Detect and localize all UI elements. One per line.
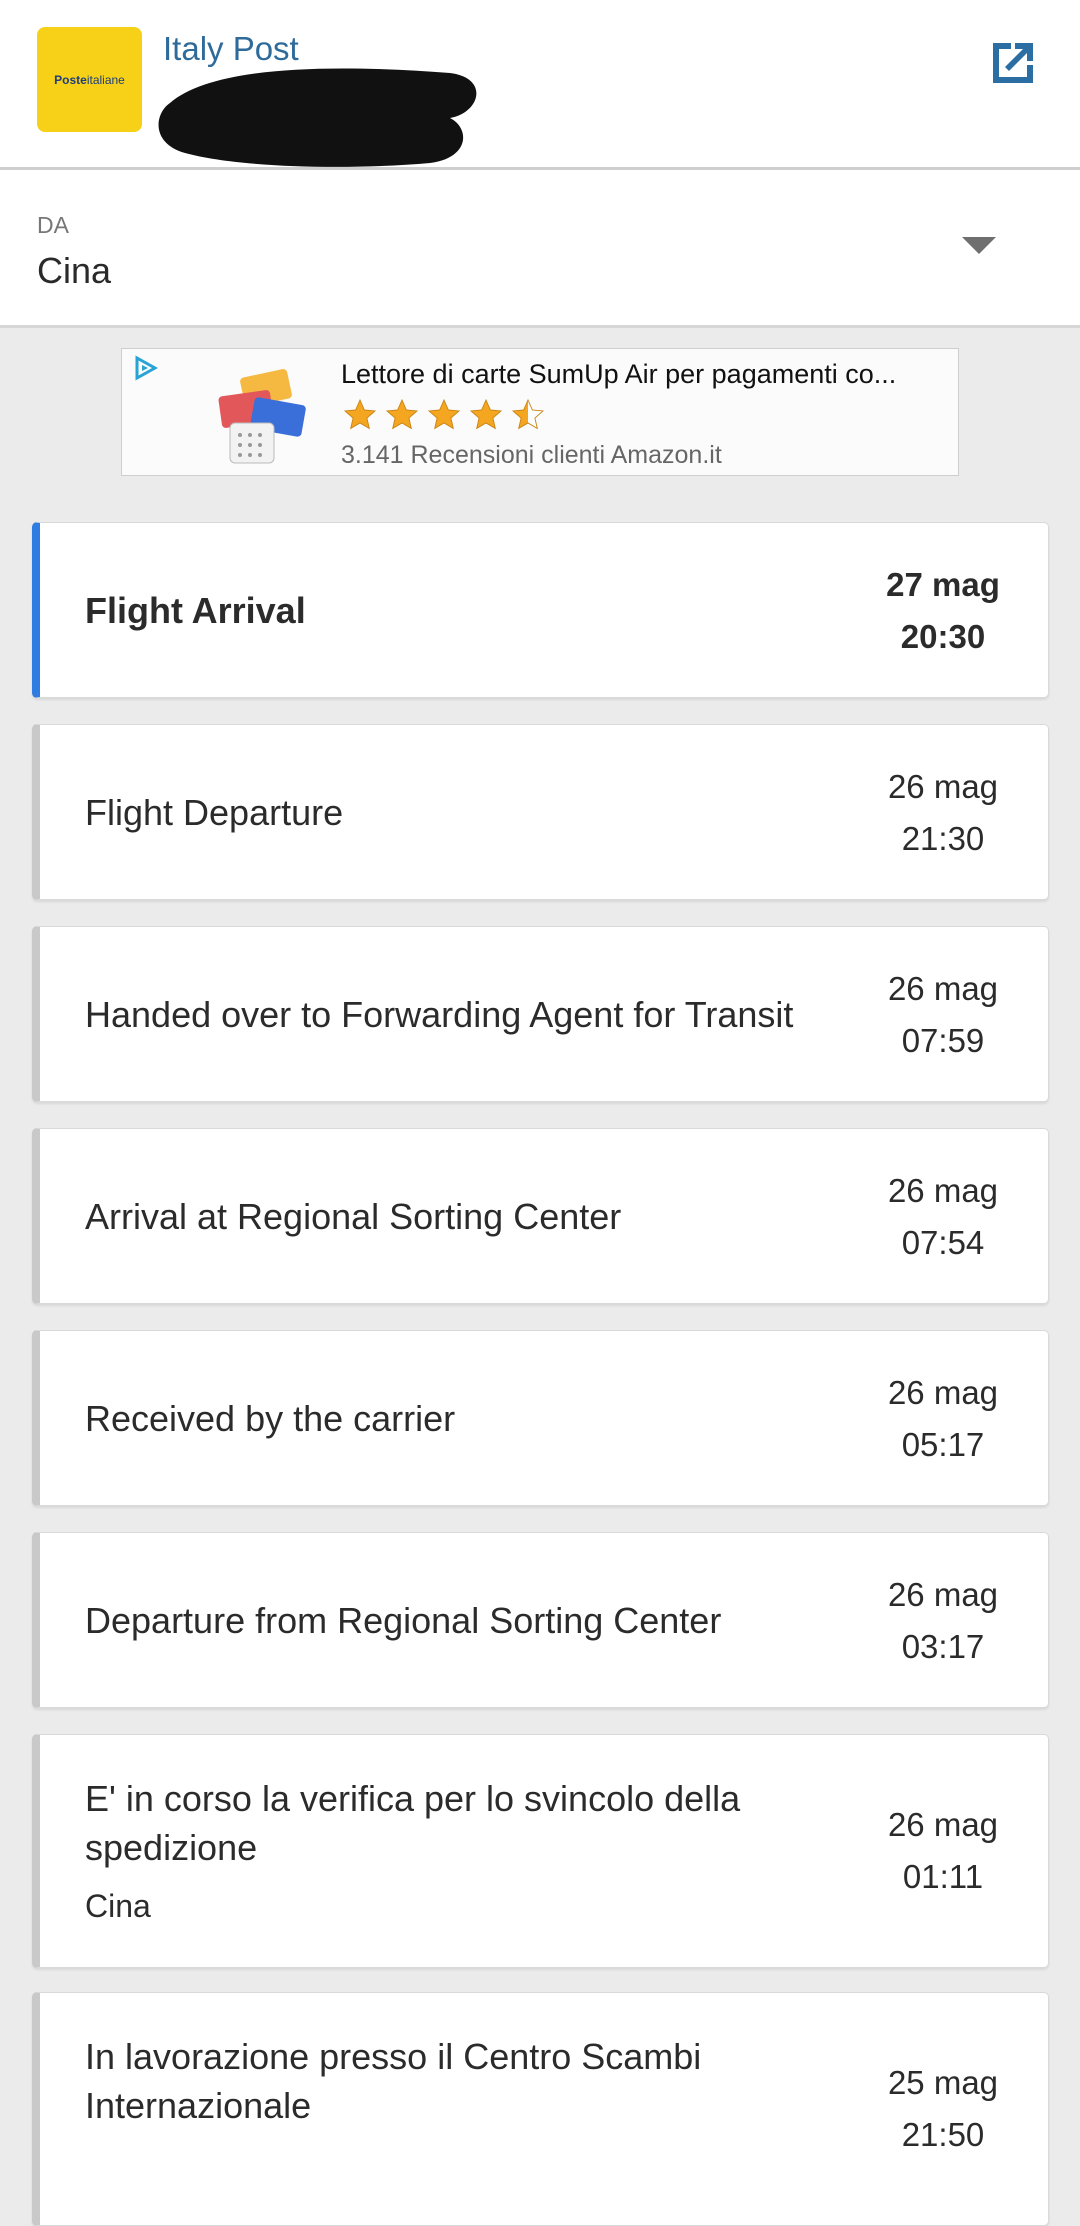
tracking-event[interactable]: Received by the carrier 26 mag 05:17 — [32, 1330, 1049, 1506]
app-header: Posteitaliane Italy Post — [0, 0, 1080, 170]
event-date: 26 mag — [887, 970, 999, 1007]
event-time: 01:11 — [902, 1858, 984, 1895]
tracking-event[interactable]: In lavorazione presso il Centro Scambi I… — [32, 1992, 1049, 2226]
event-datetime: 27 mag 20:30 — [873, 559, 1013, 663]
open-in-new-icon[interactable] — [985, 35, 1041, 91]
event-datetime: 26 mag 03:17 — [873, 1569, 1013, 1673]
star-full-icon — [427, 398, 461, 430]
event-time: 07:59 — [901, 1022, 985, 1059]
event-datetime: 26 mag 21:30 — [873, 761, 1013, 865]
card-reader-product-image[interactable] — [212, 361, 312, 465]
star-half-icon — [511, 398, 545, 430]
event-date: 26 mag — [887, 1806, 999, 1843]
event-title: Departure from Regional Sorting Center — [85, 1600, 722, 1641]
event-datetime: 25 mag 21:50 — [873, 2057, 1013, 2161]
rating-stars — [341, 397, 547, 433]
event-datetime: 26 mag 05:17 — [873, 1367, 1013, 1471]
event-title: E' in corso la verifica per lo svincolo … — [85, 1778, 741, 1868]
tracking-event[interactable]: Arrival at Regional Sorting Center 26 ma… — [32, 1128, 1049, 1304]
event-location: Cina — [85, 1888, 151, 1924]
ad-title[interactable]: Lettore di carte SumUp Air per pagamenti… — [341, 359, 941, 390]
event-title: Handed over to Forwarding Agent for Tran… — [85, 994, 794, 1035]
event-datetime: 26 mag 07:59 — [873, 963, 1013, 1067]
tracking-event[interactable]: Flight Departure 26 mag 21:30 — [32, 724, 1049, 900]
event-date: 26 mag — [887, 1374, 999, 1411]
event-time: 03:17 — [901, 1628, 985, 1665]
origin-value: Cina — [37, 250, 112, 291]
poste-italiane-logo: Posteitaliane — [37, 27, 142, 132]
event-date: 26 mag — [887, 1172, 999, 1209]
ad-choices-icon[interactable] — [132, 355, 158, 381]
event-time: 07:54 — [901, 1224, 985, 1261]
event-date: 26 mag — [887, 1576, 999, 1613]
event-title: Received by the carrier — [85, 1398, 456, 1439]
tracking-event[interactable]: Departure from Regional Sorting Center 2… — [32, 1532, 1049, 1708]
event-time: 21:30 — [901, 820, 985, 857]
redacted-tracking-number — [158, 68, 477, 167]
star-full-icon — [343, 398, 377, 430]
event-date: 26 mag — [887, 768, 999, 805]
origin-label: DA — [37, 212, 69, 238]
event-time: 20:30 — [900, 618, 986, 655]
event-time: 21:50 — [901, 2116, 985, 2153]
event-title: In lavorazione presso il Centro Scambi I… — [85, 2036, 702, 2126]
event-time: 05:17 — [901, 1426, 985, 1463]
event-datetime: 26 mag 07:54 — [873, 1165, 1013, 1269]
tracking-event[interactable]: Flight Arrival 27 mag 20:30 — [32, 522, 1049, 698]
event-date: 25 mag — [887, 2064, 999, 2101]
event-datetime: 26 mag 01:11 — [873, 1799, 1013, 1903]
event-date: 27 mag — [886, 566, 1000, 603]
ad-banner[interactable]: Lettore di carte SumUp Air per pagamenti… — [121, 348, 959, 476]
tracking-event[interactable]: E' in corso la verifica per lo svincolo … — [32, 1734, 1049, 1968]
origin-selector[interactable]: DA Cina — [0, 170, 1080, 328]
event-title: Flight Departure — [85, 792, 344, 833]
dropdown-arrow-icon[interactable] — [962, 237, 996, 254]
tracking-event[interactable]: Handed over to Forwarding Agent for Tran… — [32, 926, 1049, 1102]
event-title: Flight Arrival — [85, 590, 306, 631]
star-full-icon — [385, 398, 419, 430]
event-title: Arrival at Regional Sorting Center — [85, 1196, 622, 1237]
star-full-icon — [469, 398, 503, 430]
ad-review-count: 3.141 Recensioni clienti Amazon.it — [341, 441, 722, 469]
